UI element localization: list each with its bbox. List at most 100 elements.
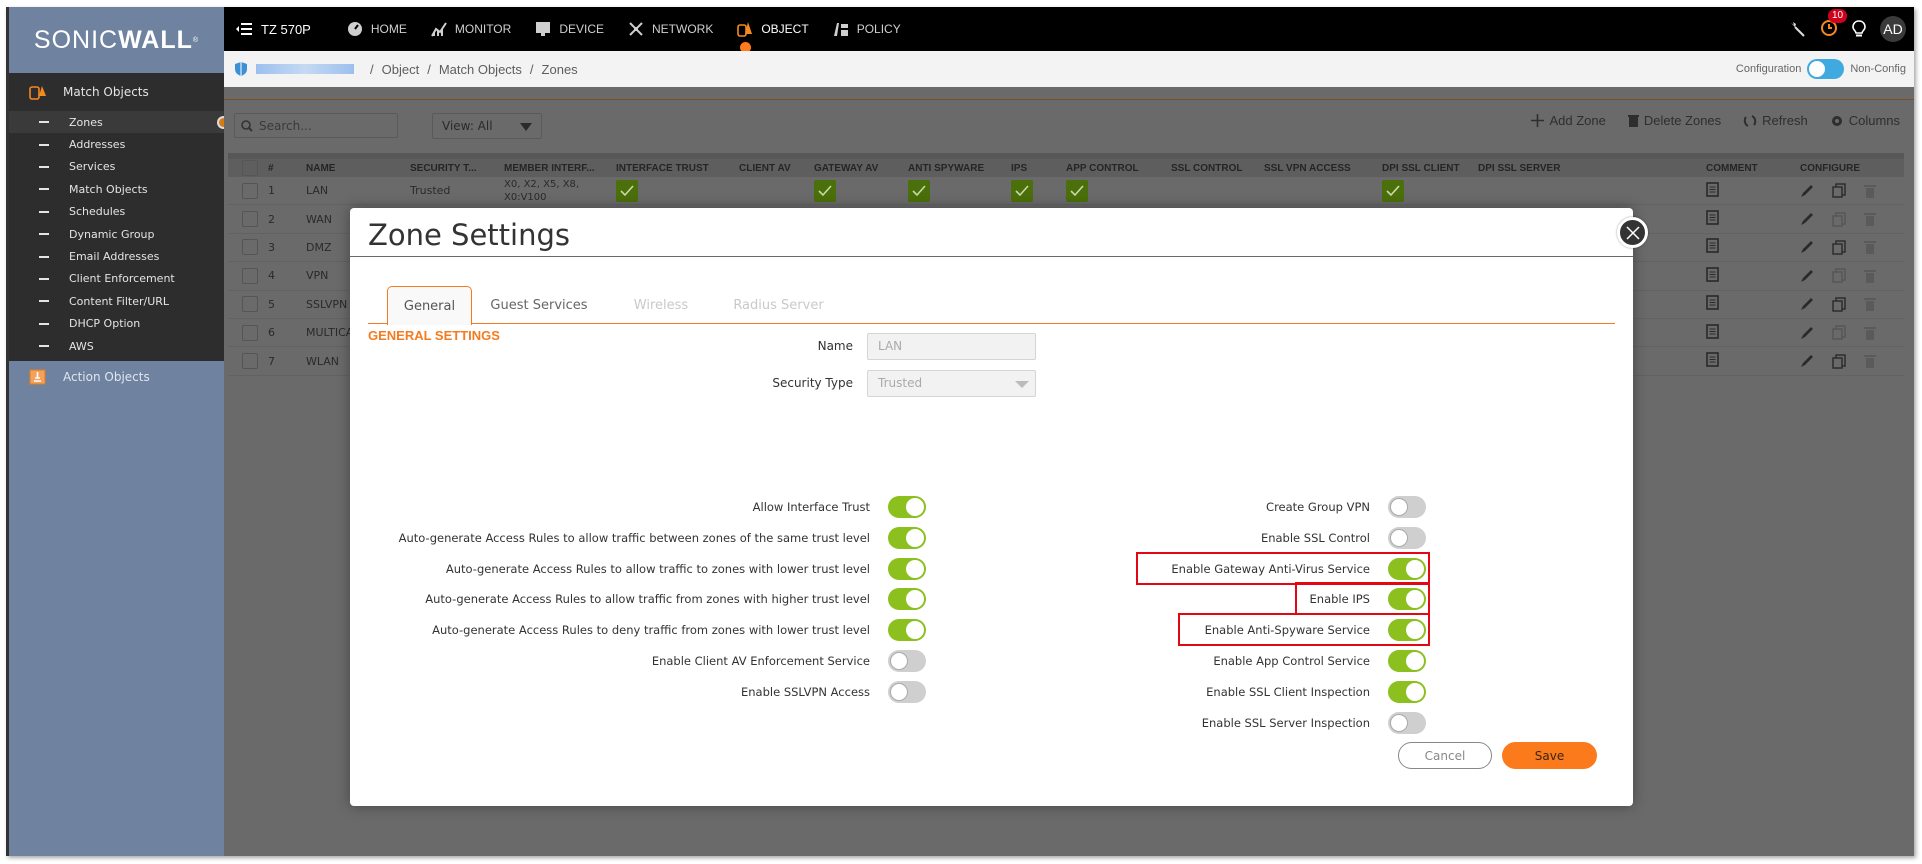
edit-icon[interactable]	[1800, 240, 1814, 254]
close-button[interactable]	[1617, 217, 1648, 248]
trash-icon[interactable]	[1864, 326, 1876, 340]
table-row[interactable]: 1 LAN Trusted X0, X2, X5, X8, X0:V100	[228, 177, 1904, 206]
trash-icon[interactable]	[1864, 184, 1876, 198]
column-header[interactable]: SSL CONTROL	[1163, 163, 1256, 174]
row-checkbox[interactable]	[242, 267, 258, 284]
clone-icon[interactable]	[1832, 268, 1846, 284]
column-header[interactable]: #	[260, 163, 298, 174]
refresh-button[interactable]: Refresh	[1743, 113, 1808, 128]
notifications-button[interactable]: 10	[1820, 8, 1848, 40]
column-header[interactable]: CLIENT AV	[731, 163, 806, 174]
column-header[interactable]: SECURITY T...	[402, 163, 496, 174]
edit-icon[interactable]	[1800, 269, 1814, 283]
row-checkbox[interactable]	[242, 324, 258, 341]
sidebar-item-dhcp-option[interactable]: DHCP Option	[9, 313, 224, 335]
row-checkbox[interactable]	[242, 353, 258, 370]
toggle-switch[interactable]	[1388, 711, 1426, 734]
user-avatar[interactable]: AD	[1880, 16, 1906, 42]
toggle-switch[interactable]	[1388, 496, 1426, 518]
dash-icon	[39, 345, 49, 348]
trash-icon[interactable]	[1864, 297, 1876, 312]
sidebar-item-client-enforcement[interactable]: Client Enforcement	[9, 268, 224, 290]
toggle-switch[interactable]	[1388, 526, 1426, 549]
comment-icon[interactable]	[1706, 181, 1719, 197]
nav-policy[interactable]: POLICY	[833, 21, 901, 37]
column-header[interactable]: DPI SSL SERVER	[1470, 163, 1698, 174]
nav-network[interactable]: NETWORK	[628, 21, 713, 37]
sidebar-item-addresses[interactable]: Addresses	[9, 133, 224, 155]
comment-icon[interactable]	[1706, 352, 1719, 367]
name-input[interactable]: LAN	[867, 332, 1036, 360]
column-header[interactable]: IPS	[1003, 163, 1058, 174]
breadcrumb-match-objects[interactable]: Match Objects	[439, 62, 522, 77]
lightbulb-icon[interactable]	[1852, 20, 1866, 38]
column-header[interactable]: COMMENT	[1698, 163, 1792, 174]
toggle-switch[interactable]	[1388, 650, 1426, 672]
edit-icon[interactable]	[1800, 184, 1814, 198]
row-checkbox[interactable]	[242, 239, 258, 256]
column-header[interactable]: MEMBER INTERF...	[496, 163, 608, 174]
sidebar-item-services[interactable]: Services	[9, 156, 224, 178]
column-header[interactable]: NAME	[298, 163, 402, 174]
search-input[interactable]: Search...	[234, 113, 398, 138]
column-header[interactable]: DPI SSL CLIENT	[1374, 163, 1470, 174]
sidebar-group-match-objects[interactable]: Match Objects	[9, 73, 224, 111]
nav-home[interactable]: HOME	[347, 21, 407, 37]
column-header[interactable]: ANTI SPYWARE	[900, 163, 1003, 174]
sidebar-item-aws[interactable]: AWS	[9, 335, 224, 357]
clone-icon[interactable]	[1832, 353, 1846, 369]
clone-icon[interactable]	[1832, 211, 1846, 227]
column-header[interactable]: APP CONTROL	[1058, 163, 1163, 174]
edit-icon[interactable]	[1800, 354, 1814, 368]
nav-object[interactable]: OBJECT	[737, 21, 809, 53]
clone-icon[interactable]	[1832, 297, 1846, 312]
tab-general[interactable]: General	[387, 286, 472, 325]
view-filter-select[interactable]: View: All	[432, 113, 542, 139]
row-checkbox[interactable]	[242, 211, 258, 228]
breadcrumb-object[interactable]: Object	[382, 62, 420, 77]
edit-icon[interactable]	[1800, 326, 1814, 340]
sidebar-group-action-objects[interactable]: Action Objects	[9, 361, 224, 394]
trash-icon[interactable]	[1864, 354, 1876, 369]
comment-icon[interactable]	[1706, 295, 1719, 311]
edit-icon[interactable]	[1800, 212, 1814, 226]
add-zone-button[interactable]: Add Zone	[1531, 113, 1606, 128]
save-button[interactable]: Save	[1502, 742, 1597, 769]
sidebar-item-dynamic-group[interactable]: Dynamic Group	[9, 223, 224, 245]
sidebar-item-content-filter-url[interactable]: Content Filter/URL	[9, 290, 224, 312]
nav-device[interactable]: DEVICE	[535, 21, 604, 37]
edit-icon[interactable]	[1800, 297, 1814, 311]
comment-icon[interactable]	[1706, 238, 1719, 254]
comment-icon[interactable]	[1706, 323, 1719, 339]
security-type-select[interactable]: Trusted	[867, 369, 1036, 397]
clone-icon[interactable]	[1832, 183, 1846, 198]
delete-zones-button[interactable]: Delete Zones	[1627, 113, 1721, 128]
sidebar-item-zones[interactable]: Zones	[9, 111, 230, 134]
columns-button[interactable]: Columns	[1830, 113, 1900, 128]
sidebar-item-email-addresses[interactable]: Email Addresses	[9, 245, 224, 267]
logo-text-light: SONIC	[33, 25, 119, 54]
sidebar-item-match-objects[interactable]: Match Objects	[9, 178, 224, 200]
tab-guest-services[interactable]: Guest Services	[472, 286, 606, 324]
trash-icon[interactable]	[1864, 269, 1876, 283]
device-selector[interactable]: TZ 570P	[235, 22, 311, 37]
cancel-button[interactable]: Cancel	[1398, 742, 1492, 769]
row-checkbox[interactable]	[242, 182, 258, 199]
trash-icon[interactable]	[1864, 212, 1876, 227]
row-checkbox[interactable]	[242, 296, 258, 313]
sidebar-item-schedules[interactable]: Schedules	[9, 201, 224, 223]
wizard-icon[interactable]	[1788, 20, 1806, 38]
trash-icon[interactable]	[1864, 240, 1876, 255]
clone-icon[interactable]	[1832, 325, 1846, 340]
column-header[interactable]: INTERFACE TRUST	[608, 163, 731, 174]
nav-monitor[interactable]: MONITOR	[430, 21, 511, 37]
comment-icon[interactable]	[1706, 210, 1719, 225]
comment-icon[interactable]	[1706, 267, 1719, 282]
config-mode-toggle[interactable]	[1807, 59, 1845, 79]
clone-icon[interactable]	[1832, 240, 1846, 255]
column-header[interactable]: CONFIGURE	[1792, 163, 1912, 174]
toggle-switch[interactable]	[1388, 680, 1426, 703]
select-all-checkbox[interactable]	[242, 160, 258, 176]
column-header[interactable]: SSL VPN ACCESS	[1256, 163, 1374, 174]
column-header[interactable]: GATEWAY AV	[806, 163, 900, 174]
